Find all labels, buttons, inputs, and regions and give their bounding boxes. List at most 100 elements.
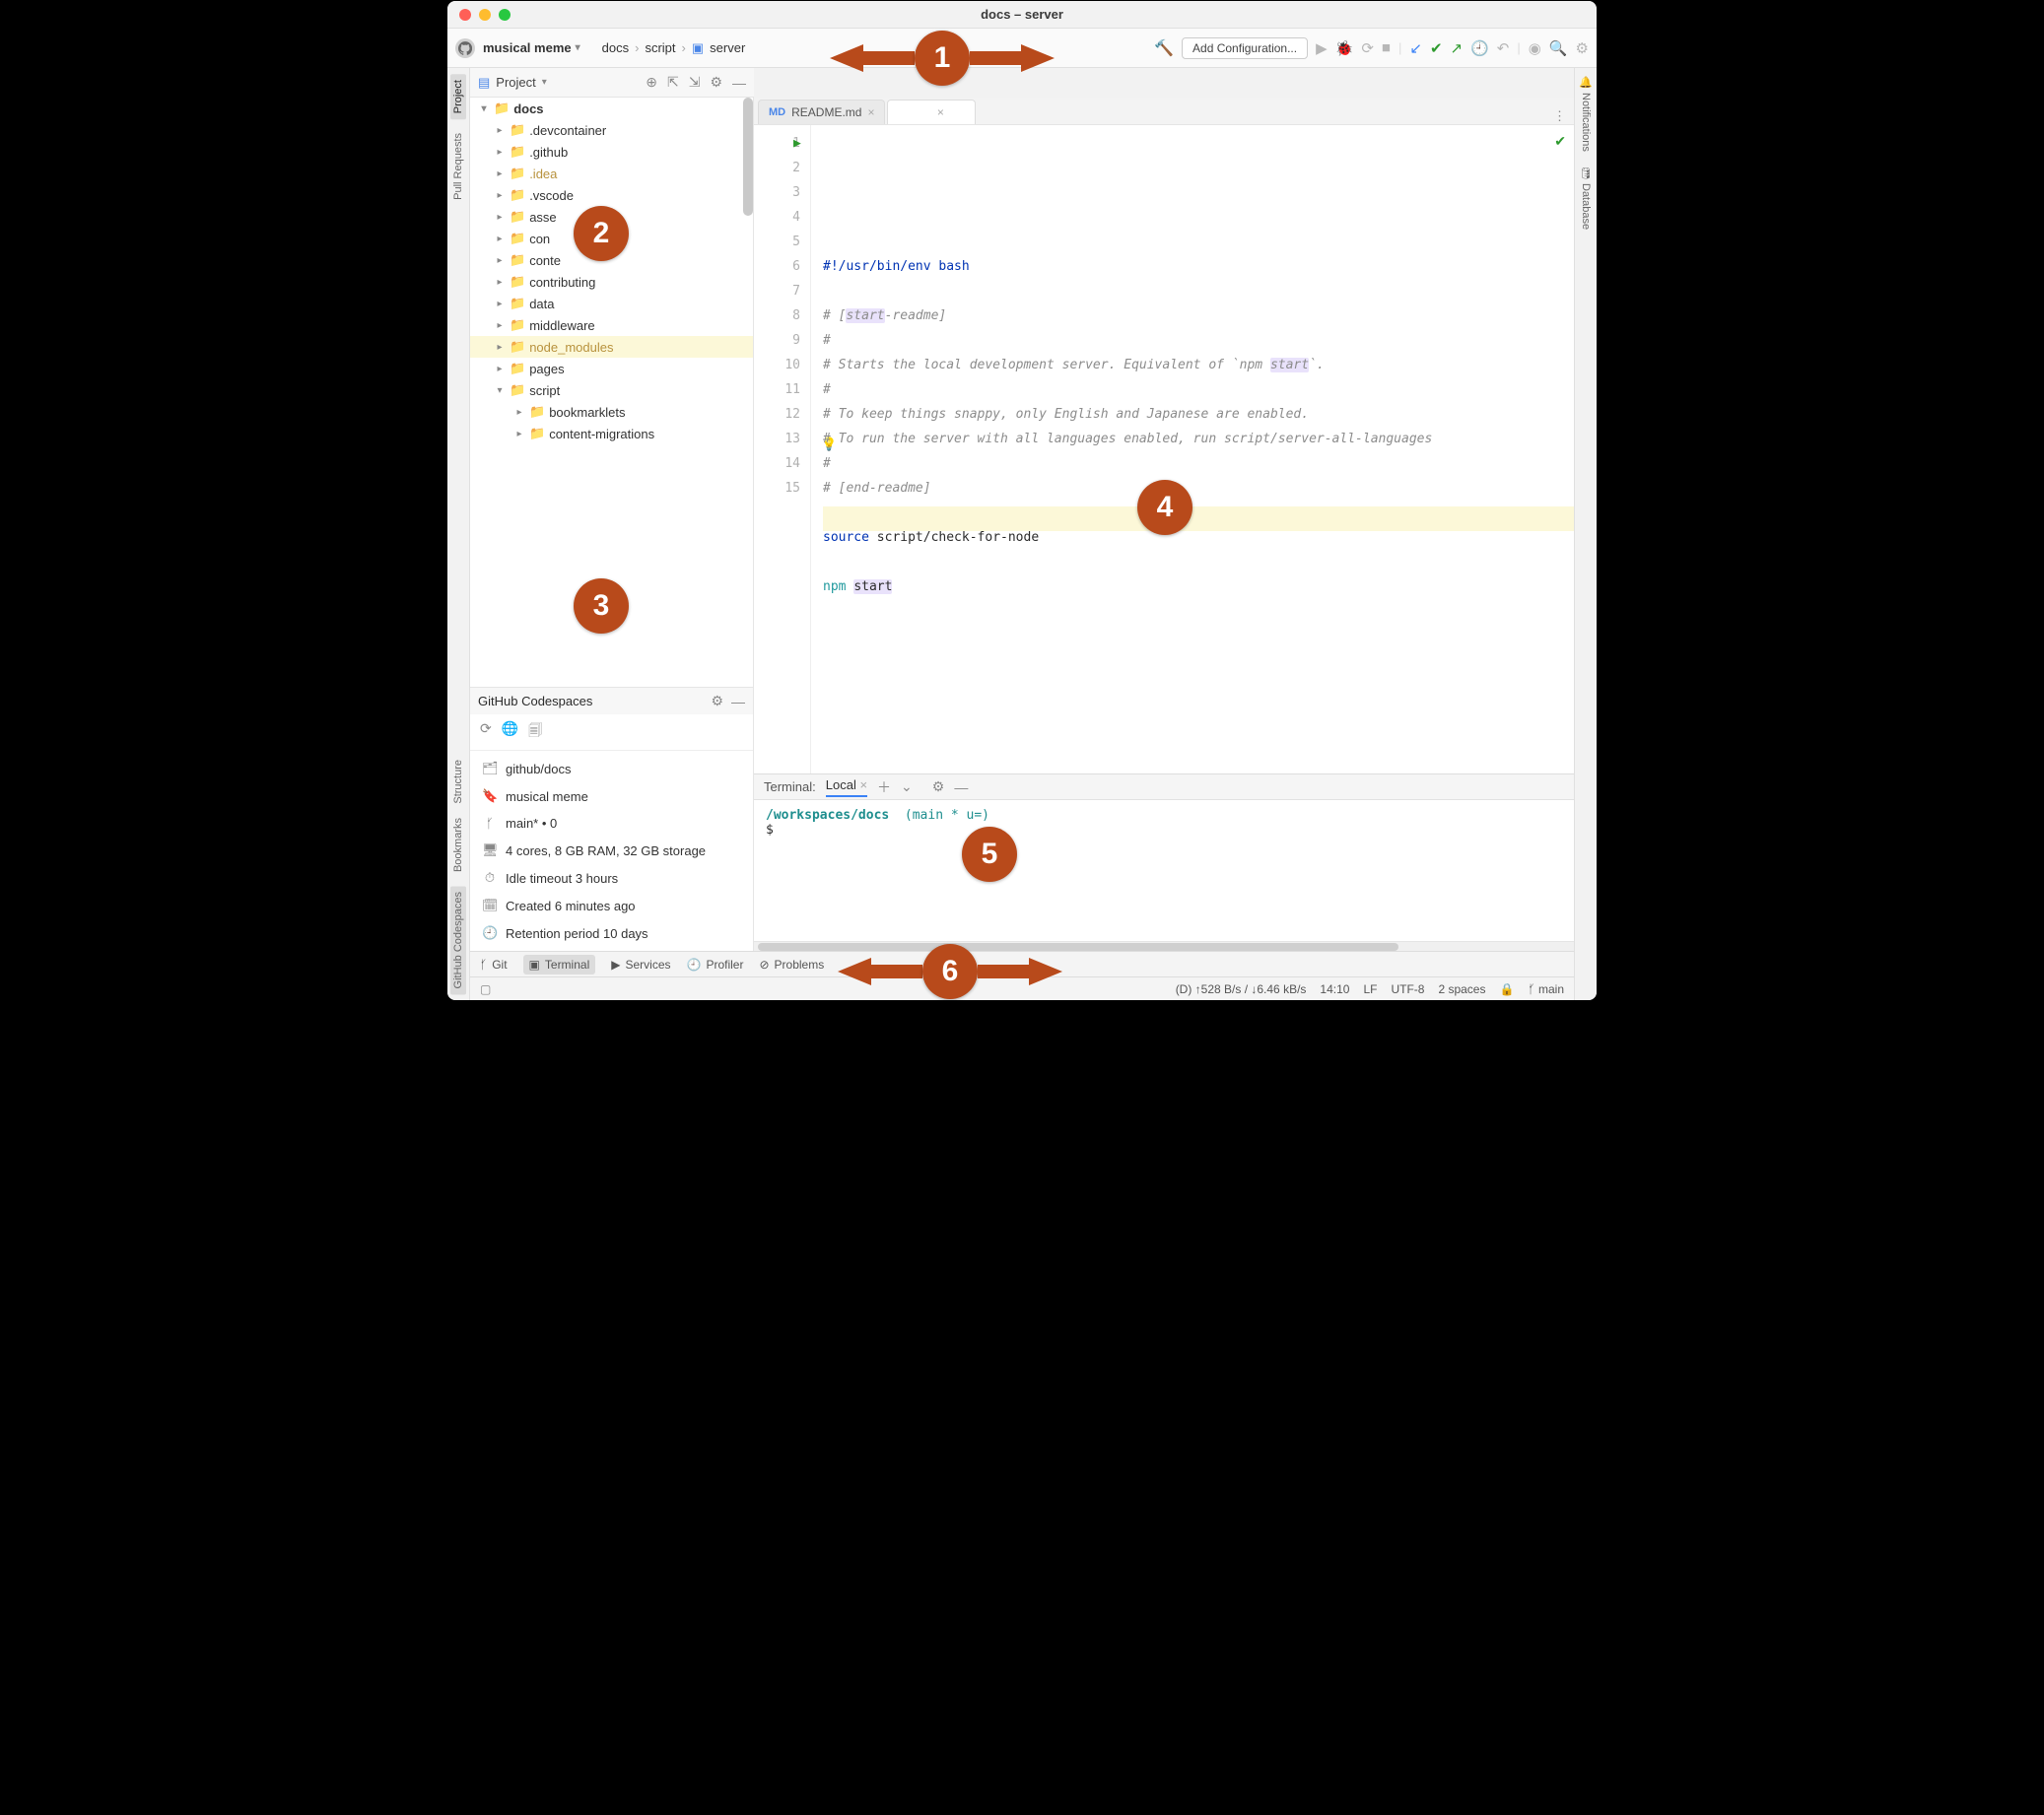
tree-arrow-icon[interactable]: ▸: [494, 342, 506, 353]
select-opened-icon[interactable]: ⊕: [646, 74, 657, 91]
tree-arrow-icon[interactable]: ▸: [494, 277, 506, 288]
tree-item[interactable]: ▸ 📁 .devcontainer: [470, 119, 753, 141]
tree-item[interactable]: ▸ 📁 data: [470, 293, 753, 314]
tree-item-label: .idea: [529, 167, 557, 181]
run-icon[interactable]: ▶: [1316, 39, 1328, 57]
settings-icon[interactable]: ⚙: [710, 74, 722, 91]
stop-icon[interactable]: ■: [1382, 39, 1391, 56]
folder-icon: 📁: [510, 274, 525, 290]
tree-arrow-icon[interactable]: ▸: [494, 190, 506, 201]
tree-arrow-icon[interactable]: ▸: [494, 168, 506, 179]
hide-tool-icon[interactable]: —: [732, 75, 746, 91]
tree-arrow-icon[interactable]: ▾: [478, 103, 490, 114]
expand-all-icon[interactable]: ⇱: [667, 74, 679, 91]
lock-icon[interactable]: 🔒: [1499, 982, 1514, 996]
tool-tab-database[interactable]: 🛢 Database: [1580, 166, 1593, 230]
tree-arrow-icon[interactable]: ▸: [513, 429, 525, 439]
tree-item[interactable]: ▸ 📁 .vscode: [470, 184, 753, 206]
close-tab-icon[interactable]: ×: [937, 105, 944, 119]
build-icon[interactable]: 🔨: [1154, 38, 1174, 58]
chevron-down-icon[interactable]: ▾: [542, 77, 547, 88]
copy-icon[interactable]: 🗐: [528, 720, 542, 744]
tree-arrow-icon[interactable]: ▸: [494, 212, 506, 223]
tree-item[interactable]: ▸ 📁 .idea: [470, 163, 753, 184]
code-with-me-icon[interactable]: ◉: [1529, 39, 1541, 57]
tree-arrow-icon[interactable]: ▸: [494, 320, 506, 331]
status-indent[interactable]: 2 spaces: [1438, 982, 1485, 996]
project-selector[interactable]: musical meme ▾: [483, 40, 580, 55]
breadcrumb-item[interactable]: server: [710, 40, 745, 55]
status-caret-position[interactable]: 14:10: [1320, 982, 1349, 996]
tool-tab-bookmarks[interactable]: Bookmarks: [452, 818, 464, 872]
coverage-icon[interactable]: ⟳: [1361, 39, 1374, 57]
close-tab-icon[interactable]: ×: [867, 105, 874, 119]
hide-tool-icon[interactable]: —: [954, 779, 968, 795]
editor-tab-server[interactable]: server ×: [887, 100, 976, 124]
tree-scrollbar[interactable]: [743, 98, 753, 216]
settings-icon[interactable]: ⚙: [932, 778, 945, 795]
tree-item[interactable]: ▾ 📁 docs: [470, 98, 753, 119]
tree-item-label: .vscode: [529, 188, 574, 203]
tree-item[interactable]: ▸ 📁 middleware: [470, 314, 753, 336]
bottom-tab-services[interactable]: ▶Services: [611, 958, 670, 972]
tree-arrow-icon[interactable]: ▾: [494, 385, 506, 396]
code-editor[interactable]: ✔ ▶ 123456789101112131415 #!/usr/bin/env…: [754, 125, 1574, 773]
tree-item[interactable]: ▸ 📁 bookmarklets: [470, 401, 753, 423]
terminal-dropdown-icon[interactable]: ⌄: [901, 778, 913, 795]
github-icon[interactable]: [455, 38, 475, 58]
refresh-icon[interactable]: ⟳: [480, 720, 492, 744]
tree-arrow-icon[interactable]: ▸: [494, 255, 506, 266]
tree-item[interactable]: ▸ 📁 contributing: [470, 271, 753, 293]
tab-options-icon[interactable]: ⋮: [1553, 108, 1566, 124]
folder-icon: 📁: [494, 101, 510, 116]
tool-tab-project[interactable]: Project: [450, 74, 466, 119]
bottom-tab-problems[interactable]: ⊘Problems: [759, 958, 824, 972]
tool-tab-codespaces[interactable]: GitHub Codespaces: [450, 886, 466, 994]
history-icon[interactable]: 🕘: [1470, 39, 1489, 57]
tree-item[interactable]: ▸ 📁 pages: [470, 358, 753, 379]
tree-arrow-icon[interactable]: ▸: [494, 125, 506, 136]
editor-tab-readme[interactable]: MD README.md ×: [758, 100, 885, 124]
breadcrumb-item[interactable]: docs: [602, 40, 629, 55]
info-icon: ᚶ: [482, 816, 498, 831]
close-tab-icon[interactable]: ×: [859, 777, 867, 792]
tree-item[interactable]: ▸ 📁 .github: [470, 141, 753, 163]
tree-arrow-icon[interactable]: ▸: [494, 299, 506, 309]
new-terminal-icon[interactable]: ＋: [877, 777, 891, 797]
globe-icon[interactable]: 🌐: [502, 720, 518, 744]
push-icon[interactable]: ↗: [1451, 39, 1464, 57]
breadcrumb-item[interactable]: script: [645, 40, 675, 55]
settings-icon[interactable]: ⚙: [1576, 39, 1589, 57]
hide-tool-icon[interactable]: —: [731, 694, 745, 709]
tree-item[interactable]: ▸ 📁 content-migrations: [470, 423, 753, 444]
undo-icon[interactable]: ↶: [1497, 39, 1510, 57]
commit-icon[interactable]: ✔: [1430, 39, 1443, 57]
status-git-branch[interactable]: ᚶ main: [1528, 982, 1564, 996]
bottom-tab-profiler[interactable]: 🕘Profiler: [687, 958, 744, 972]
settings-icon[interactable]: ⚙: [711, 693, 723, 709]
run-configuration-button[interactable]: Add Configuration...: [1182, 37, 1308, 59]
tree-item[interactable]: ▸ 📁 node_modules: [470, 336, 753, 358]
bottom-tab-git[interactable]: ᚶGit: [480, 958, 508, 972]
tree-item[interactable]: ▾ 📁 script: [470, 379, 753, 401]
debug-icon[interactable]: 🐞: [1335, 39, 1354, 57]
status-icon[interactable]: ▢: [480, 982, 491, 996]
incoming-icon[interactable]: ↙: [1409, 39, 1422, 57]
tree-arrow-icon[interactable]: ▸: [494, 364, 506, 374]
tree-arrow-icon[interactable]: ▸: [513, 407, 525, 418]
collapse-all-icon[interactable]: ⇲: [689, 74, 701, 91]
terminal-tab-local[interactable]: Local ×: [826, 777, 867, 797]
tree-arrow-icon[interactable]: ▸: [494, 234, 506, 244]
search-icon[interactable]: 🔍: [1549, 39, 1568, 57]
terminal-output[interactable]: /workspaces/docs (main * u=) $: [754, 800, 1574, 941]
tool-tab-notifications[interactable]: 🔔 Notifications: [1580, 76, 1593, 152]
tool-tab-structure[interactable]: Structure: [452, 760, 464, 804]
project-tool-title[interactable]: Project: [496, 75, 535, 90]
status-line-separator[interactable]: LF: [1363, 982, 1377, 996]
status-encoding[interactable]: UTF-8: [1391, 982, 1424, 996]
tree-arrow-icon[interactable]: ▸: [494, 147, 506, 158]
tool-tab-pull-requests[interactable]: Pull Requests: [452, 133, 464, 200]
run-gutter-icon[interactable]: ▶: [793, 131, 801, 156]
folder-icon: 📁: [510, 166, 525, 181]
bottom-tab-terminal[interactable]: ▣Terminal: [523, 955, 596, 975]
